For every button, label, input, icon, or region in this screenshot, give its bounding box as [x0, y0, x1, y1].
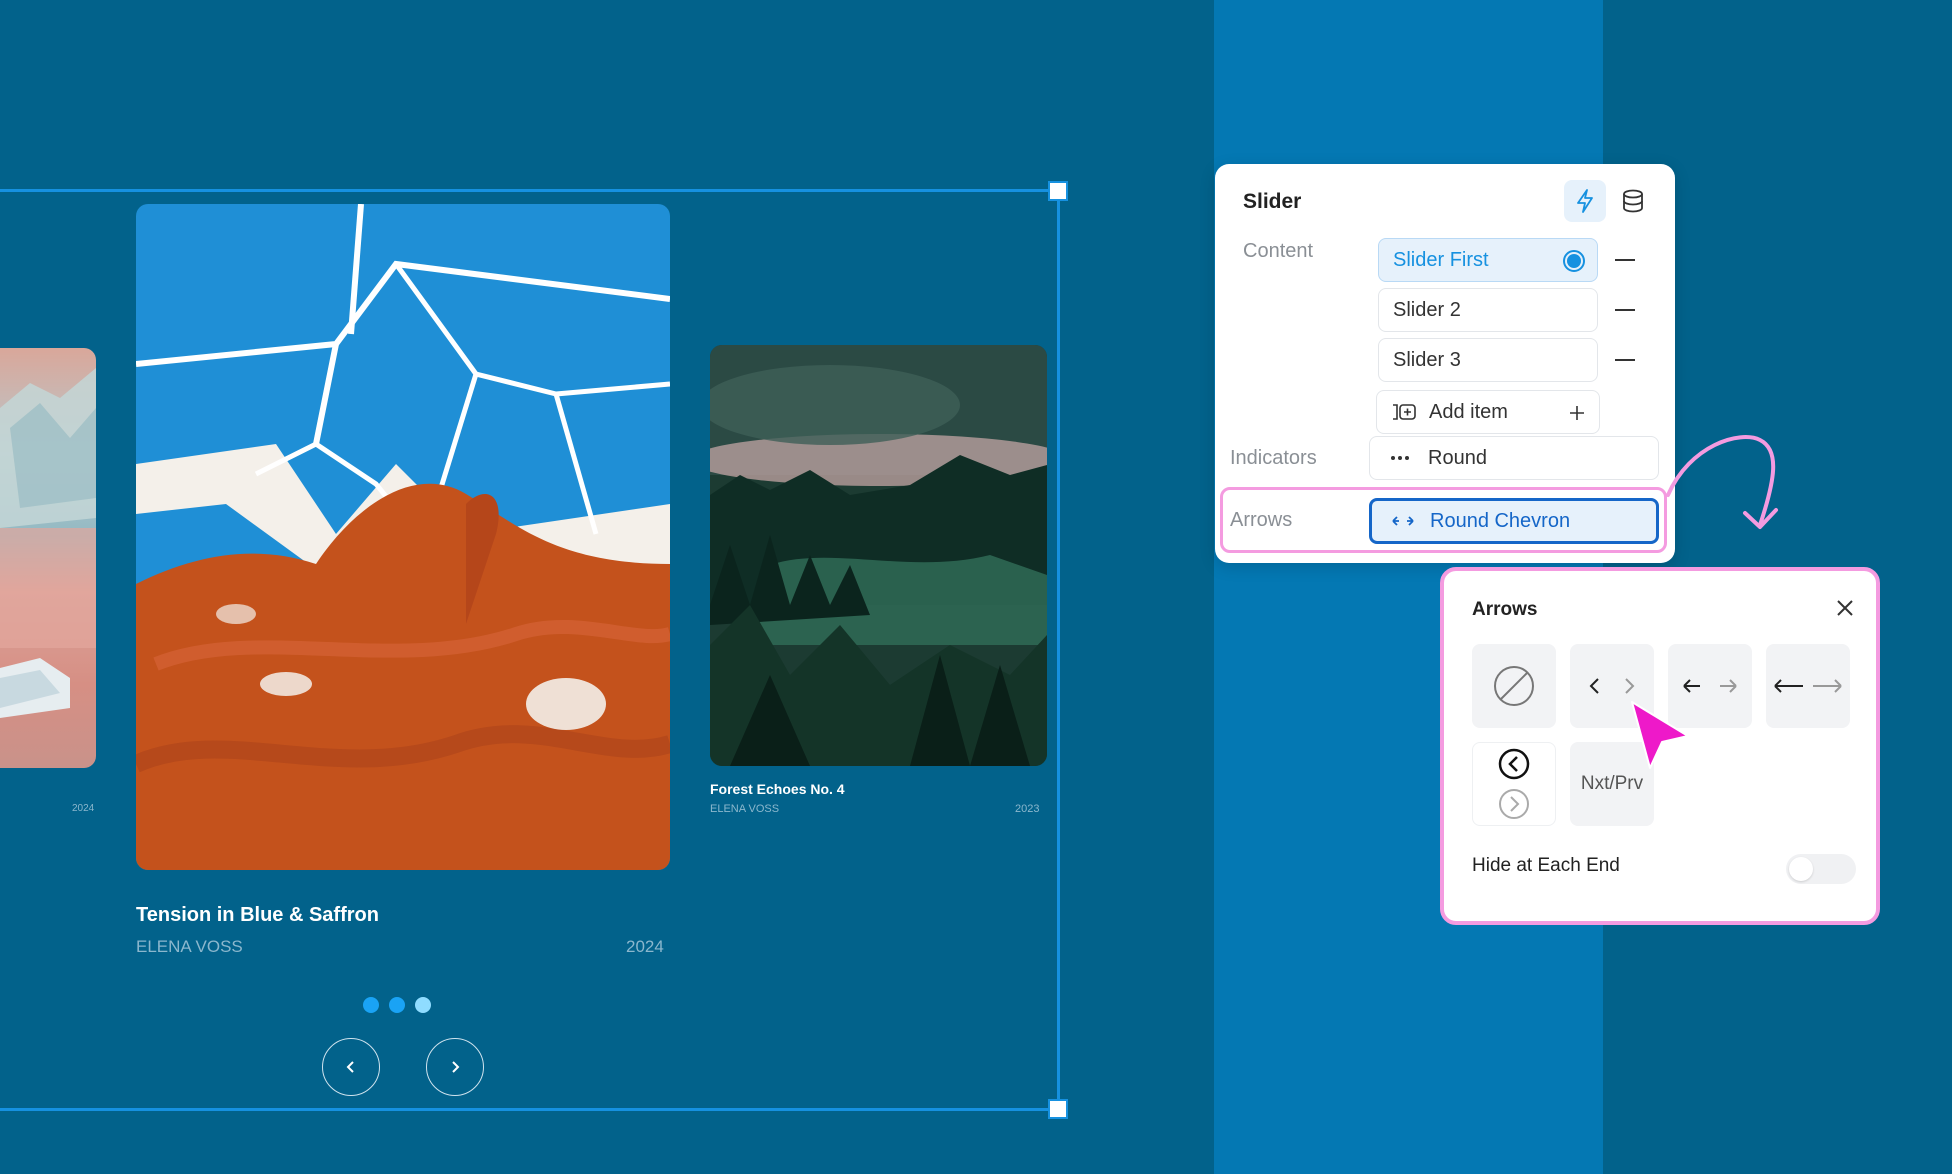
remove-item-3-button[interactable] [1615, 359, 1635, 361]
minus-icon [1615, 359, 1635, 361]
chevron-left-icon [346, 1061, 354, 1073]
selection-border-top [0, 189, 1059, 192]
slide-year-forest: 2023 [1015, 803, 1040, 815]
close-icon [1837, 600, 1853, 616]
slider-item-2-label: Slider 2 [1393, 298, 1461, 321]
slide-image-forest [710, 345, 1047, 766]
round-chevron-icon [1498, 748, 1530, 819]
prev-arrow-button[interactable] [322, 1038, 380, 1096]
arrows-value: Round Chevron [1430, 509, 1571, 532]
none-icon [1494, 666, 1534, 706]
slider-item-2[interactable]: Slider 2 [1378, 288, 1598, 332]
minus-icon [1615, 309, 1635, 311]
arrows-label: Arrows [1230, 509, 1293, 531]
arrows-dropdown[interactable]: Round Chevron [1369, 498, 1659, 544]
slider-item-1[interactable]: Slider First [1378, 238, 1598, 282]
long-arrow-pair-icon [1774, 679, 1842, 693]
slider-item-3[interactable]: Slider 3 [1378, 338, 1598, 382]
hide-at-each-end-label: Hide at Each End [1472, 855, 1620, 876]
resize-handle-top-right[interactable] [1048, 181, 1068, 201]
add-slide-icon [1393, 404, 1416, 420]
slide-image-main [136, 204, 670, 870]
left-right-arrows-icon [1392, 516, 1414, 526]
indicators-label: Indicators [1230, 447, 1317, 469]
lightning-icon [1577, 189, 1593, 213]
slide-title-main: Tension in Blue & Saffron [136, 904, 379, 926]
slider-item-1-label: Slider First [1393, 248, 1489, 271]
indicator-dot-2[interactable] [389, 997, 405, 1013]
slide-title-forest: Forest Echoes No. 4 [710, 781, 845, 797]
arrow-option-none[interactable] [1472, 644, 1556, 728]
slide-artist-main: ELENA VOSS [136, 937, 243, 956]
add-item-button[interactable]: Add item [1376, 390, 1600, 434]
interaction-button[interactable] [1564, 180, 1606, 222]
selected-radio[interactable] [1563, 250, 1585, 272]
slide-artist-forest: ELENA VOSS [710, 803, 780, 815]
text-option-label: Nxt/Prv [1580, 773, 1644, 794]
indicators-dropdown[interactable]: Round [1369, 436, 1659, 480]
arrow-option-long-arrow[interactable] [1766, 644, 1850, 728]
slider-settings-panel: Slider Content Slider First Slider 2 Sli… [1215, 164, 1675, 563]
hide-at-each-end-toggle[interactable] [1786, 854, 1856, 884]
ellipsis-icon [1391, 456, 1409, 460]
slide-image-iceberg [0, 348, 96, 768]
selection-border-bottom [0, 1108, 1059, 1111]
panel-title: Slider [1243, 190, 1302, 213]
indicators-value: Round [1428, 446, 1487, 469]
mouse-cursor-icon [1631, 701, 1689, 769]
slide-year-main: 2024 [626, 937, 664, 956]
selection-border-right [1057, 191, 1060, 1110]
next-arrow-button[interactable] [426, 1038, 484, 1096]
remove-item-1-button[interactable] [1615, 259, 1635, 261]
toggle-knob [1789, 857, 1813, 881]
add-item-label: Add item [1429, 400, 1508, 423]
data-source-button[interactable] [1612, 180, 1654, 222]
slide-year-left: 2024 [72, 803, 95, 814]
plus-icon [1570, 406, 1584, 420]
remove-item-2-button[interactable] [1615, 309, 1635, 311]
database-icon [1623, 189, 1643, 213]
chevron-pair-icon [1589, 678, 1635, 694]
resize-handle-bottom-right[interactable] [1048, 1099, 1068, 1119]
slide-indicators [363, 997, 431, 1013]
slider-item-3-label: Slider 3 [1393, 348, 1461, 371]
popup-title: Arrows [1472, 599, 1538, 620]
indicator-dot-1[interactable] [363, 997, 379, 1013]
short-arrow-pair-icon [1683, 679, 1737, 693]
minus-icon [1615, 259, 1635, 261]
chevron-right-icon [452, 1061, 460, 1073]
indicator-dot-3[interactable] [415, 997, 431, 1013]
curved-pointer-arrow-icon [1666, 435, 1778, 529]
arrow-option-round-chevron[interactable] [1472, 742, 1556, 826]
content-label: Content [1243, 240, 1314, 262]
close-popup-button[interactable] [1832, 595, 1858, 621]
